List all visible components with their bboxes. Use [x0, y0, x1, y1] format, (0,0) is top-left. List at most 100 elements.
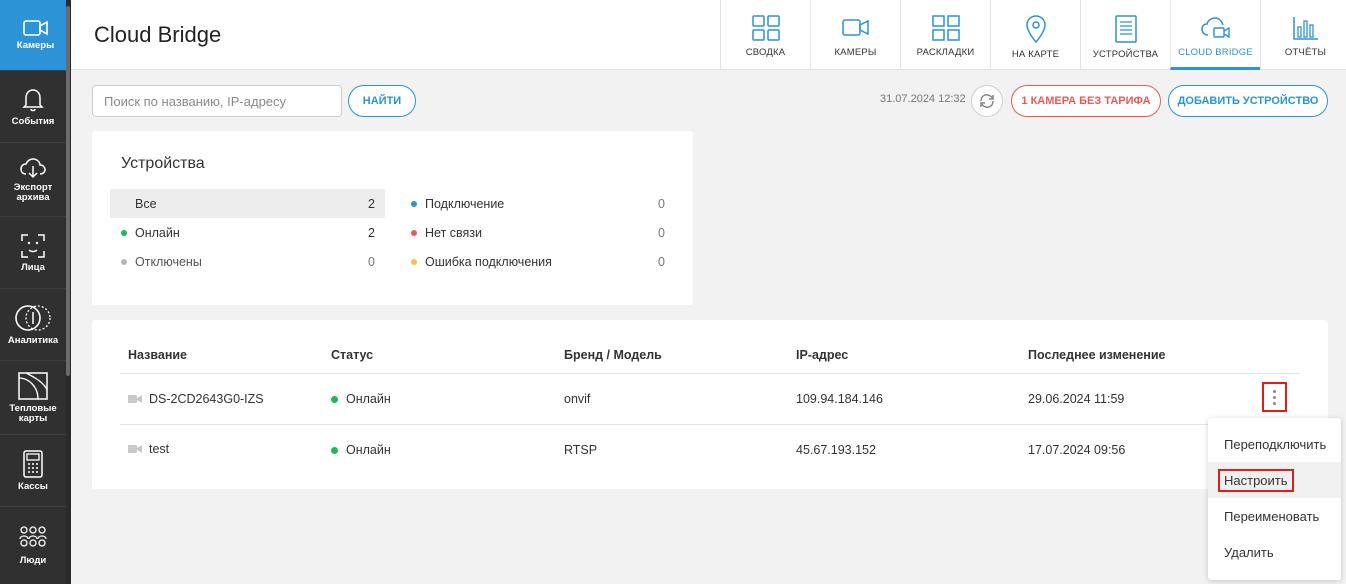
- menu-item-rename[interactable]: Переименовать: [1208, 498, 1341, 534]
- people-icon: [19, 525, 47, 547]
- row-actions-menu-button[interactable]: [1262, 382, 1287, 412]
- devices-summary-card: Устройства Все 2 Онлайн 2 Отключены 0 По…: [92, 131, 693, 305]
- tab-summary[interactable]: СВОДКА: [720, 0, 810, 70]
- map-pin-icon: [1025, 15, 1046, 43]
- device-last-changed: 17.07.2024 09:56: [1028, 443, 1126, 457]
- top-nav: СВОДКА КАМЕРЫ РАСКЛАДКИ НА КАРТЕ УСТРОЙС…: [720, 0, 1346, 70]
- filter-connection-error[interactable]: Ошибка подключения 0: [401, 247, 675, 276]
- search-input[interactable]: [92, 85, 342, 117]
- status-dot: [121, 258, 127, 265]
- filter-offline[interactable]: Отключены 0: [110, 247, 385, 276]
- sidebar-item-analytics[interactable]: Аналитика: [0, 289, 66, 361]
- card-title: Устройства: [121, 155, 205, 172]
- menu-item-configure[interactable]: Настроить: [1208, 462, 1341, 498]
- cash-register-icon: [23, 449, 43, 478]
- column-header-status[interactable]: Статус: [331, 348, 373, 362]
- sidebar-item-cash-registers[interactable]: Кассы: [0, 435, 66, 507]
- heatmap-icon: [18, 371, 48, 400]
- menu-item-label: Переподключить: [1224, 436, 1327, 452]
- cloud-download-icon: [20, 157, 46, 178]
- refresh-button[interactable]: [971, 85, 1003, 117]
- camera-icon: [841, 19, 869, 36]
- device-name-cell: DS-2CD2643G0-IZS: [128, 390, 264, 408]
- column-header-ip[interactable]: IP-адрес: [796, 348, 848, 362]
- device-status-cell: Онлайн: [331, 390, 391, 408]
- bell-icon: [22, 88, 44, 111]
- sidebar-item-heatmaps[interactable]: Тепловые карты: [0, 361, 66, 435]
- cameras-without-tariff-button[interactable]: 1 КАМЕРА БЕЗ ТАРИФА: [1011, 85, 1161, 117]
- tab-reports[interactable]: ОТЧЁТЫ: [1260, 0, 1346, 70]
- sidebar-item-people[interactable]: Люди: [0, 507, 66, 584]
- filter-label: Отключены: [135, 254, 202, 269]
- tab-map[interactable]: НА КАРТЕ: [990, 0, 1080, 70]
- bar-chart-icon: [1292, 17, 1318, 40]
- status-dot: [121, 229, 127, 236]
- sidebar-item-label: Аналитика: [7, 334, 59, 346]
- tab-layouts[interactable]: РАСКЛАДКИ: [900, 0, 990, 70]
- tab-label: НА КАРТЕ: [1011, 49, 1060, 60]
- column-header-name[interactable]: Название: [128, 348, 187, 362]
- menu-item-reconnect[interactable]: Переподключить: [1208, 426, 1341, 462]
- sidebar-item-label: Лица: [21, 261, 45, 273]
- face-scan-icon: [21, 233, 45, 258]
- menu-item-label: Настроить: [1218, 468, 1294, 492]
- status-dot: [411, 200, 417, 207]
- sidebar-item-label: Экспорт архива: [13, 181, 53, 203]
- filter-count: 2: [368, 196, 375, 211]
- filter-label: Все: [135, 196, 157, 211]
- device-status: Онлайн: [346, 443, 391, 457]
- status-dot: [331, 395, 338, 403]
- refresh-icon: [980, 94, 994, 108]
- sidebar: Камеры События Экспорт архива Лица Анали…: [0, 0, 71, 584]
- status-dot: [411, 258, 417, 265]
- tab-label: РАСКЛАДКИ: [916, 47, 975, 58]
- tab-label: КАМЕРЫ: [834, 47, 877, 58]
- row-divider: [120, 424, 1300, 425]
- sidebar-scrollbar-thumb[interactable]: [66, 6, 70, 376]
- device-name: test: [149, 442, 170, 456]
- column-header-last-changed[interactable]: Последнее изменение: [1028, 348, 1165, 362]
- sidebar-item-faces[interactable]: Лица: [0, 217, 66, 289]
- tab-devices[interactable]: УСТРОЙСТВА: [1080, 0, 1170, 70]
- column-header-brand[interactable]: Бренд / Модель: [564, 348, 662, 362]
- sidebar-item-label: Тепловые карты: [9, 402, 57, 424]
- tab-cameras[interactable]: КАМЕРЫ: [810, 0, 900, 70]
- sidebar-item-label: События: [11, 115, 55, 127]
- sidebar-item-cameras[interactable]: Камеры: [0, 0, 71, 71]
- filter-label: Нет связи: [425, 225, 482, 240]
- tab-cloud-bridge[interactable]: CLOUD BRIDGE: [1170, 0, 1260, 70]
- find-button[interactable]: НАЙТИ: [348, 85, 416, 117]
- device-brand: RTSP: [564, 443, 598, 457]
- add-device-button[interactable]: ДОБАВИТЬ УСТРОЙСТВО: [1168, 85, 1328, 117]
- filter-count: 0: [658, 254, 665, 269]
- kebab-dot: [1273, 401, 1276, 405]
- sidebar-item-archive-export[interactable]: Экспорт архива: [0, 143, 66, 217]
- device-ip: 109.94.184.146: [796, 392, 883, 406]
- analytics-icon: [15, 304, 51, 331]
- filter-connecting[interactable]: Подключение 0: [401, 189, 675, 218]
- status-dot: [411, 229, 417, 236]
- kebab-dot: [1273, 395, 1276, 399]
- cloud-camera-icon: [1200, 17, 1230, 39]
- filter-count: 0: [658, 196, 665, 211]
- filter-no-connection[interactable]: Нет связи 0: [401, 218, 675, 247]
- tab-label: ОТЧЁТЫ: [1284, 47, 1327, 58]
- grid-icon: [751, 15, 780, 41]
- filter-label: Подключение: [425, 196, 505, 211]
- filter-all[interactable]: Все 2: [110, 189, 385, 218]
- layout-icon: [931, 15, 960, 41]
- filter-label: Онлайн: [135, 225, 180, 240]
- menu-item-label: Удалить: [1224, 544, 1274, 560]
- row-context-menu: Переподключить Настроить Переименовать У…: [1208, 418, 1341, 580]
- top-header: Cloud Bridge СВОДКА КАМЕРЫ РАСКЛАДКИ НА …: [71, 0, 1346, 70]
- status-dot: [331, 446, 338, 454]
- sidebar-item-label: Люди: [19, 554, 47, 566]
- device-name: DS-2CD2643G0-IZS: [149, 392, 264, 406]
- filter-online[interactable]: Онлайн 2: [110, 218, 385, 247]
- menu-item-delete[interactable]: Удалить: [1208, 534, 1341, 570]
- kebab-dot: [1273, 389, 1276, 393]
- device-brand: onvif: [564, 392, 591, 406]
- filter-label: Ошибка подключения: [425, 254, 552, 269]
- camera-icon: [22, 20, 48, 36]
- sidebar-item-events[interactable]: События: [0, 71, 66, 143]
